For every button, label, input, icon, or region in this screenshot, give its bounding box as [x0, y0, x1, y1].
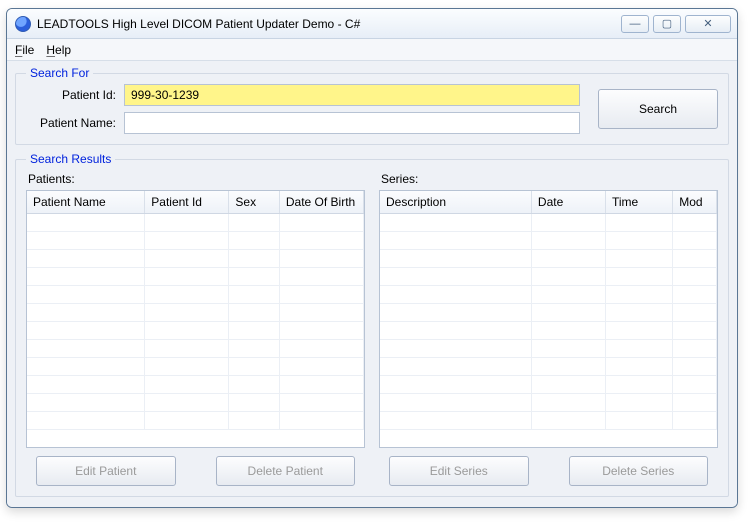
patients-col-dob[interactable]: Date Of Birth: [279, 191, 363, 214]
client-area: Search For Patient Id: Search Patient Na…: [7, 61, 737, 507]
delete-series-button[interactable]: Delete Series: [569, 456, 709, 486]
table-row[interactable]: [27, 394, 364, 412]
series-col-date[interactable]: Date: [531, 191, 605, 214]
menu-help[interactable]: Help: [46, 43, 71, 57]
table-row[interactable]: [27, 250, 364, 268]
series-col-time[interactable]: Time: [605, 191, 672, 214]
table-row[interactable]: [380, 286, 717, 304]
window-title: LEADTOOLS High Level DICOM Patient Updat…: [37, 17, 621, 31]
table-row[interactable]: [380, 340, 717, 358]
patients-grid[interactable]: Patient Name Patient Id Sex Date Of Birt…: [26, 190, 365, 448]
menu-bar: File Help: [7, 39, 737, 61]
table-row[interactable]: [380, 250, 717, 268]
table-row[interactable]: [27, 358, 364, 376]
search-button[interactable]: Search: [598, 89, 718, 129]
table-row[interactable]: [380, 268, 717, 286]
menu-help-rest: elp: [55, 43, 71, 57]
search-for-legend: Search For: [26, 66, 93, 80]
table-row[interactable]: [27, 322, 364, 340]
minimize-icon: —: [630, 18, 641, 30]
series-column: Series: Description Date Time Mod: [379, 170, 718, 448]
close-button[interactable]: ✕: [685, 15, 731, 33]
series-body: [380, 214, 717, 430]
patients-col-id[interactable]: Patient Id: [145, 191, 229, 214]
table-row[interactable]: [380, 412, 717, 430]
table-row[interactable]: [27, 412, 364, 430]
maximize-icon: ▢: [662, 17, 672, 30]
close-icon: ✕: [703, 17, 712, 30]
patient-name-label: Patient Name:: [26, 116, 116, 130]
delete-patient-button[interactable]: Delete Patient: [216, 456, 356, 486]
series-col-mod[interactable]: Mod: [673, 191, 717, 214]
patients-body: [27, 214, 364, 430]
maximize-button[interactable]: ▢: [653, 15, 681, 33]
search-for-group: Search For Patient Id: Search Patient Na…: [15, 73, 729, 145]
minimize-button[interactable]: —: [621, 15, 649, 33]
edit-patient-button[interactable]: Edit Patient: [36, 456, 176, 486]
table-row[interactable]: [380, 376, 717, 394]
patients-col-name[interactable]: Patient Name: [27, 191, 145, 214]
table-row[interactable]: [27, 286, 364, 304]
series-grid[interactable]: Description Date Time Mod: [379, 190, 718, 448]
table-row[interactable]: [27, 304, 364, 322]
title-bar: LEADTOOLS High Level DICOM Patient Updat…: [7, 9, 737, 39]
table-row[interactable]: [27, 214, 364, 232]
action-row: Edit Patient Delete Patient Edit Series …: [26, 456, 718, 486]
patients-label: Patients:: [28, 172, 365, 186]
app-window: LEADTOOLS High Level DICOM Patient Updat…: [6, 8, 738, 508]
app-icon: [15, 16, 31, 32]
table-row[interactable]: [27, 340, 364, 358]
patient-id-label: Patient Id:: [26, 88, 116, 102]
table-row[interactable]: [380, 358, 717, 376]
table-row[interactable]: [27, 376, 364, 394]
patient-id-input[interactable]: [124, 84, 580, 106]
series-label: Series:: [381, 172, 718, 186]
patient-name-input[interactable]: [124, 112, 580, 134]
table-row[interactable]: [380, 304, 717, 322]
table-row[interactable]: [380, 214, 717, 232]
search-results-group: Search Results Patients: Patient Name Pa…: [15, 159, 729, 497]
menu-file-rest: ile: [22, 43, 34, 57]
edit-series-button[interactable]: Edit Series: [389, 456, 529, 486]
search-results-legend: Search Results: [26, 152, 115, 166]
patients-col-sex[interactable]: Sex: [229, 191, 279, 214]
menu-file[interactable]: File: [15, 43, 34, 57]
table-row[interactable]: [27, 268, 364, 286]
table-row[interactable]: [27, 232, 364, 250]
table-row[interactable]: [380, 322, 717, 340]
series-col-desc[interactable]: Description: [380, 191, 531, 214]
table-row[interactable]: [380, 394, 717, 412]
window-controls: — ▢ ✕: [621, 15, 731, 33]
patients-column: Patients: Patient Name Patient Id Sex Da…: [26, 170, 365, 448]
table-row[interactable]: [380, 232, 717, 250]
